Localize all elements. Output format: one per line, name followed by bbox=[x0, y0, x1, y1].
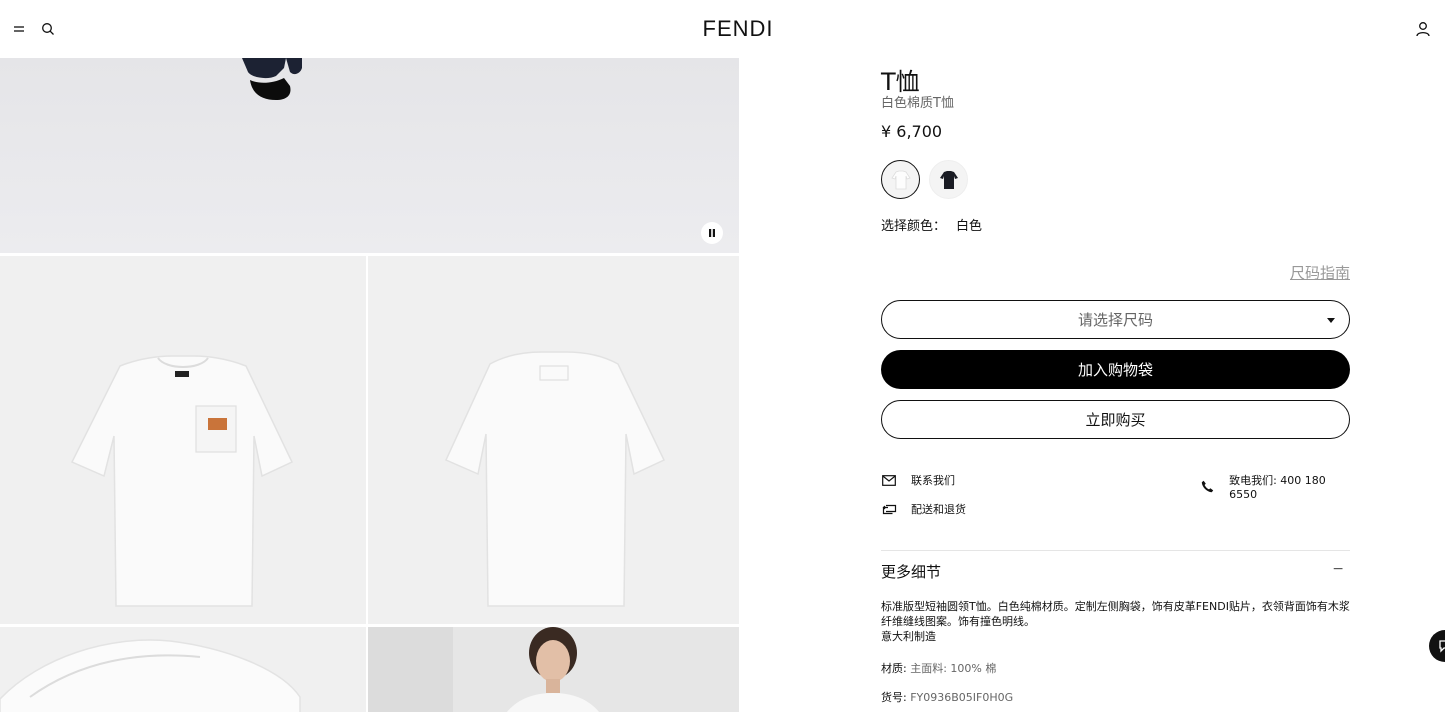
more-details-heading[interactable]: 更多细节 bbox=[881, 561, 941, 582]
model-feet-image bbox=[242, 58, 302, 100]
color-swatch-white[interactable] bbox=[881, 160, 920, 199]
shipping-returns-label: 配送和退货 bbox=[911, 503, 966, 516]
site-header: FENDI bbox=[0, 0, 1445, 58]
chat-button[interactable] bbox=[1429, 630, 1445, 662]
product-gallery bbox=[0, 58, 739, 712]
phone-icon bbox=[1200, 479, 1215, 495]
white-tshirt-thumbnail bbox=[890, 170, 911, 189]
pause-button[interactable] bbox=[701, 222, 723, 244]
tshirt-back-image bbox=[445, 351, 666, 607]
size-select-placeholder: 请选择尺码 bbox=[1077, 311, 1153, 329]
sku-spec: 货号: FY0936B05IF0H0G bbox=[881, 689, 1013, 705]
chat-icon bbox=[1439, 640, 1445, 653]
size-select[interactable]: 请选择尺码 bbox=[881, 300, 1350, 339]
gallery-image-detail[interactable] bbox=[0, 627, 366, 712]
pause-icon bbox=[709, 229, 715, 237]
material-label: 材质: bbox=[881, 662, 907, 675]
gallery-image-back[interactable] bbox=[368, 256, 739, 624]
description-line-2: 纤维缝线图案。饰有撞色明线。 bbox=[881, 615, 1035, 628]
size-guide-link[interactable]: 尺码指南 bbox=[1290, 262, 1350, 283]
buy-now-button[interactable]: 立即购买 bbox=[881, 400, 1350, 439]
collapse-toggle-button[interactable]: − bbox=[1332, 561, 1344, 577]
sku-value: FY0936B05IF0H0G bbox=[910, 691, 1014, 704]
delivery-return-icon bbox=[881, 501, 897, 517]
material-spec: 材质: 主面料: 100% 棉 bbox=[881, 660, 996, 676]
color-label: 选择颜色： bbox=[881, 219, 947, 234]
call-us-label: 致电我们: 400 180 6550 bbox=[1229, 474, 1326, 501]
caret-down-icon bbox=[1327, 318, 1335, 323]
contact-us-label: 联系我们 bbox=[911, 474, 955, 487]
black-tshirt-thumbnail bbox=[939, 170, 958, 189]
gallery-image-front[interactable] bbox=[0, 256, 366, 624]
product-price: ¥ 6,700 bbox=[881, 122, 943, 141]
color-value: 白色 bbox=[956, 219, 983, 234]
model-wearing-image bbox=[368, 627, 599, 712]
add-to-bag-button[interactable]: 加入购物袋 bbox=[881, 350, 1350, 389]
material-value: 主面料: 100% 棉 bbox=[910, 662, 997, 675]
tshirt-front-image bbox=[70, 355, 294, 607]
mail-icon bbox=[881, 472, 897, 488]
shipping-returns-link[interactable]: 配送和退货 bbox=[881, 501, 966, 517]
call-us-link[interactable]: 致电我们: 400 180 6550 bbox=[1200, 472, 1350, 501]
section-divider bbox=[881, 550, 1350, 551]
account-icon[interactable] bbox=[1413, 19, 1433, 39]
product-description: 标准版型短袖圆领T恤。白色纯棉材质。定制左侧胸袋，饰有皮革FENDI贴片，衣领背… bbox=[881, 599, 1350, 644]
color-swatch-black[interactable] bbox=[929, 160, 968, 199]
tshirt-collar-detail-image bbox=[0, 639, 301, 712]
made-in-label: 意大利制造 bbox=[881, 630, 936, 643]
sku-label: 货号: bbox=[881, 691, 907, 704]
brand-logo[interactable]: FENDI bbox=[0, 16, 1445, 42]
product-video[interactable] bbox=[0, 58, 739, 253]
product-subtitle: 白色棉质T恤 bbox=[881, 96, 954, 111]
description-line-1: 标准版型短袖圆领T恤。白色纯棉材质。定制左侧胸袋，饰有皮革FENDI贴片，衣领背… bbox=[881, 600, 1350, 613]
selected-color: 选择颜色： 白色 bbox=[881, 215, 982, 234]
contact-us-link[interactable]: 联系我们 bbox=[881, 472, 955, 488]
gallery-image-model[interactable] bbox=[368, 627, 739, 712]
